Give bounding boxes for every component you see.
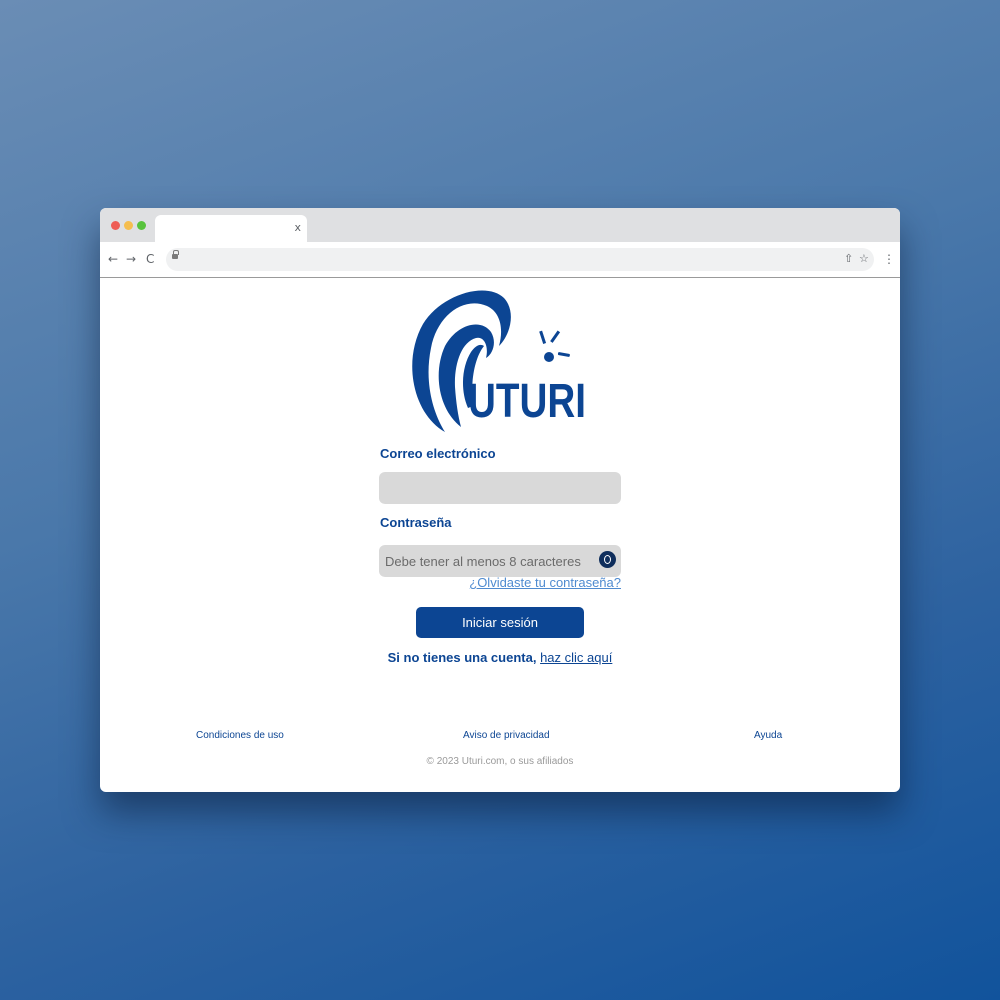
copyright-text: © 2023 Uturi.com, o sus afiliados xyxy=(426,756,574,767)
register-link[interactable]: haz clic aquí xyxy=(540,650,612,665)
sparkle-icon xyxy=(539,330,570,362)
password-label: Contraseña xyxy=(380,515,452,530)
close-window-button[interactable] xyxy=(111,221,120,230)
back-arrow-icon[interactable]: ← xyxy=(108,251,118,267)
tab-bar: x xyxy=(100,208,900,242)
share-icon[interactable]: ⇧ xyxy=(844,251,853,267)
show-password-eye-icon[interactable] xyxy=(599,551,616,568)
lock-icon xyxy=(172,250,179,260)
terms-link[interactable]: Condiciones de uso xyxy=(196,730,284,741)
logo-wordmark: UTURI xyxy=(468,375,586,428)
forgot-password-link[interactable]: ¿Olvidaste tu contraseña? xyxy=(469,575,621,590)
browser-window: x ← → C ⇧ ☆ ⋮ UTURI Correo electrónico C… xyxy=(100,208,900,792)
forward-arrow-icon[interactable]: → xyxy=(126,251,136,267)
maximize-window-button[interactable] xyxy=(137,221,146,230)
browser-toolbar: ← → C ⇧ ☆ ⋮ xyxy=(100,242,900,278)
register-prompt-text: Si no tienes una cuenta, xyxy=(387,650,537,665)
star-icon[interactable]: ☆ xyxy=(859,251,869,267)
address-bar[interactable]: ⇧ ☆ xyxy=(166,248,874,271)
help-link[interactable]: Ayuda xyxy=(754,730,782,741)
login-page: UTURI Correo electrónico Contraseña ¿Olv… xyxy=(100,278,900,792)
register-prompt: Si no tienes una cuenta, haz clic aquí xyxy=(100,650,900,665)
minimize-window-button[interactable] xyxy=(124,221,133,230)
uturi-logo: UTURI xyxy=(412,290,586,432)
login-button[interactable]: Iniciar sesión xyxy=(416,607,584,638)
password-field[interactable] xyxy=(379,545,621,577)
privacy-link[interactable]: Aviso de privacidad xyxy=(463,730,550,741)
reload-icon[interactable]: C xyxy=(146,251,154,267)
kebab-menu-icon[interactable]: ⋮ xyxy=(883,251,895,267)
email-field[interactable] xyxy=(379,472,621,504)
close-tab-icon[interactable]: x xyxy=(294,221,301,235)
email-label: Correo electrónico xyxy=(380,446,496,461)
browser-tab[interactable]: x xyxy=(155,215,307,242)
